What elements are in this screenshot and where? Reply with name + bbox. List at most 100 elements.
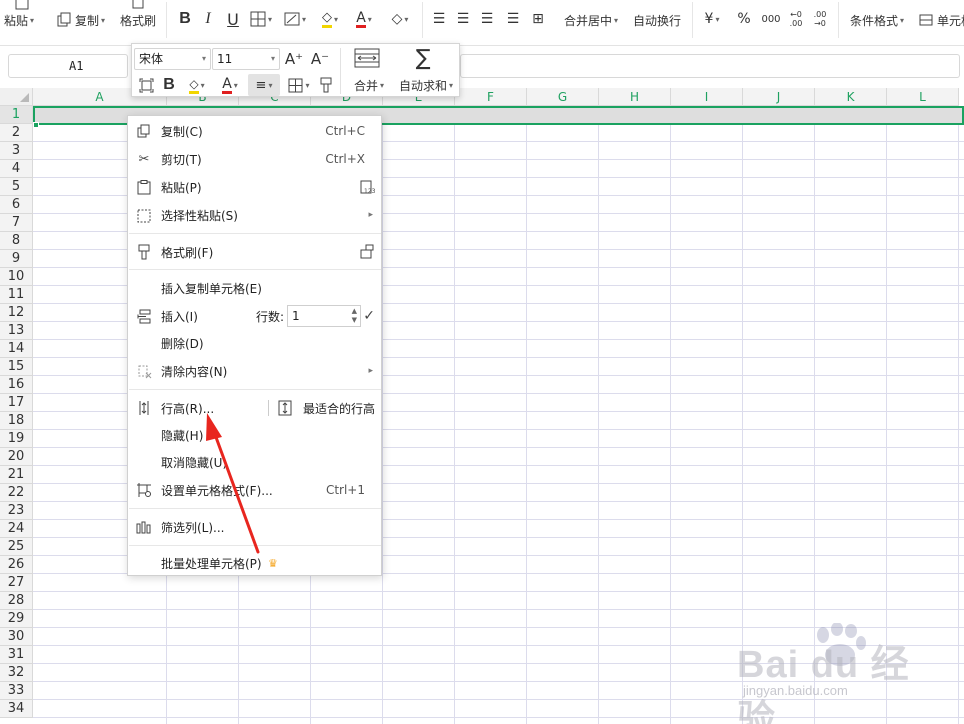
row-header[interactable]: 21: [0, 466, 33, 484]
menu-item-delete[interactable]: 删除(D): [128, 330, 381, 356]
format-painter-lock-icon[interactable]: [359, 244, 375, 260]
menu-item-hide[interactable]: 隐藏(H): [128, 422, 381, 448]
merge-button[interactable]: 合并 ▾: [344, 74, 394, 96]
distributed-align-icon[interactable]: ⊞: [528, 8, 548, 30]
row-header[interactable]: 34: [0, 700, 33, 718]
row-header[interactable]: 31: [0, 646, 33, 664]
fill-pattern-icon[interactable]: ▾: [283, 8, 307, 30]
font-name-select[interactable]: 宋体 ▾: [134, 48, 211, 70]
row-header[interactable]: 16: [0, 376, 33, 394]
menu-item-format-cells[interactable]: 设置单元格格式(F)... Ctrl+1: [128, 477, 381, 503]
wrap-text-button[interactable]: 自动换行: [633, 8, 681, 32]
row-header[interactable]: 22: [0, 484, 33, 502]
row-header[interactable]: 19: [0, 430, 33, 448]
column-header[interactable]: J: [743, 88, 815, 106]
confirm-check-icon[interactable]: ✓: [363, 308, 375, 324]
row-header[interactable]: 5: [0, 178, 33, 196]
fill-color-icon[interactable]: ◇ ▾: [316, 8, 344, 30]
rows-count-stepper[interactable]: 1 ▲ ▼: [287, 305, 361, 327]
bold-icon[interactable]: B: [176, 8, 194, 30]
currency-button[interactable]: ¥ ▾: [700, 8, 724, 30]
paste-values-icon[interactable]: 123: [359, 179, 376, 195]
row-header[interactable]: 10: [0, 268, 33, 286]
row-header[interactable]: 11: [0, 286, 33, 304]
row-header[interactable]: 2: [0, 124, 33, 142]
stepper-down-icon[interactable]: ▼: [352, 316, 357, 325]
column-header[interactable]: H: [599, 88, 671, 106]
row-header[interactable]: 18: [0, 412, 33, 430]
row-header[interactable]: 29: [0, 610, 33, 628]
decrease-decimal-button[interactable]: .00 →0: [810, 8, 830, 30]
row-header[interactable]: 27: [0, 574, 33, 592]
stepper-up-icon[interactable]: ▲: [352, 307, 357, 316]
bold-icon[interactable]: B: [160, 74, 178, 96]
row-header[interactable]: 12: [0, 304, 33, 322]
row-header[interactable]: 33: [0, 682, 33, 700]
row-header[interactable]: 28: [0, 592, 33, 610]
format-painter-button[interactable]: 格式刷: [120, 0, 156, 32]
menu-item-batch-process[interactable]: 批量处理单元格(P) ♛: [128, 550, 381, 576]
row-header[interactable]: 24: [0, 520, 33, 538]
column-header[interactable]: I: [671, 88, 743, 106]
paste-button[interactable]: 粘贴 ▾: [4, 0, 34, 32]
row-header[interactable]: 14: [0, 340, 33, 358]
row-header[interactable]: 13: [0, 322, 33, 340]
fill-color-icon[interactable]: ◇ ▾: [182, 74, 212, 96]
row-header[interactable]: 15: [0, 358, 33, 376]
row-header[interactable]: 25: [0, 538, 33, 556]
autosum-button[interactable]: 自动求和 ▾: [394, 74, 458, 96]
align-center-icon[interactable]: ☰: [454, 8, 472, 30]
row-header[interactable]: 32: [0, 664, 33, 682]
font-size-select[interactable]: 11 ▾: [212, 48, 280, 70]
row-header[interactable]: 8: [0, 232, 33, 250]
percent-button[interactable]: %: [735, 8, 753, 30]
menu-item-insert-copied[interactable]: 插入复制单元格(E): [128, 275, 381, 301]
row-header[interactable]: 9: [0, 250, 33, 268]
grow-font-icon[interactable]: A⁺: [284, 48, 304, 70]
font-color-icon[interactable]: A ▾: [216, 74, 244, 96]
row-header[interactable]: 6: [0, 196, 33, 214]
autofit-row-label[interactable]: 最适合的行高: [303, 400, 375, 417]
copy-button[interactable]: 复制 ▾: [56, 8, 105, 32]
menu-item-clear[interactable]: 清除内容(N) ▸: [128, 358, 381, 384]
increase-decimal-button[interactable]: ←0 .00: [786, 8, 806, 30]
row-header[interactable]: 1: [0, 106, 33, 124]
menu-item-paste[interactable]: 粘贴(P) 123: [128, 174, 381, 200]
align-center-icon[interactable]: ≡ ▾: [248, 74, 280, 96]
menu-item-copy[interactable]: 复制(C) Ctrl+C: [128, 118, 381, 144]
column-header[interactable]: G: [527, 88, 599, 106]
row-header[interactable]: 7: [0, 214, 33, 232]
name-box[interactable]: A1: [8, 54, 128, 78]
menu-item-row-height[interactable]: 行高(R)... 最适合的行高: [128, 395, 381, 421]
row-header[interactable]: 4: [0, 160, 33, 178]
row-header[interactable]: 3: [0, 142, 33, 160]
row-header[interactable]: 23: [0, 502, 33, 520]
conditional-format-button[interactable]: 条件格式 ▾: [850, 8, 904, 32]
formula-input[interactable]: [460, 54, 960, 78]
fill-handle[interactable]: [33, 122, 39, 128]
justify-icon[interactable]: ☰: [504, 8, 522, 30]
row-header[interactable]: 30: [0, 628, 33, 646]
cell-style-button[interactable]: 单元格: [918, 8, 964, 32]
border-icon[interactable]: ▾: [284, 74, 314, 96]
row-header[interactable]: 20: [0, 448, 33, 466]
column-header[interactable]: F: [455, 88, 527, 106]
shrink-font-icon[interactable]: A⁻: [310, 48, 330, 70]
merge-center-button[interactable]: 合并居中 ▾: [564, 8, 618, 32]
menu-item-format-painter[interactable]: 格式刷(F): [128, 239, 381, 265]
format-painter-icon[interactable]: [316, 74, 336, 96]
underline-icon[interactable]: U: [224, 8, 242, 30]
row-header[interactable]: 26: [0, 556, 33, 574]
italic-icon[interactable]: I: [200, 8, 216, 30]
border-icon[interactable]: ▾: [250, 8, 272, 30]
select-cell-icon[interactable]: [136, 74, 156, 96]
menu-item-unhide[interactable]: 取消隐藏(U): [128, 449, 381, 475]
font-color-icon[interactable]: A ▾: [352, 8, 376, 30]
menu-item-cut[interactable]: ✂ 剪切(T) Ctrl+X: [128, 146, 381, 172]
align-left-icon[interactable]: ☰: [430, 8, 448, 30]
eraser-icon[interactable]: ◇ ▾: [386, 8, 414, 30]
align-right-icon[interactable]: ☰: [478, 8, 496, 30]
row-header[interactable]: 17: [0, 394, 33, 412]
column-header[interactable]: L: [887, 88, 959, 106]
column-header[interactable]: K: [815, 88, 887, 106]
